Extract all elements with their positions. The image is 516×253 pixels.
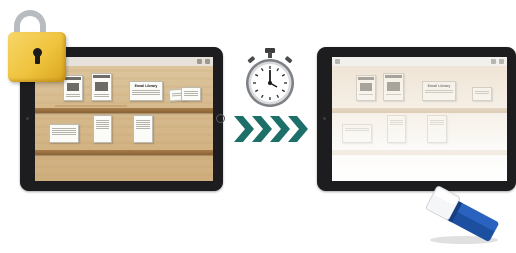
shelf-document[interactable] [342, 124, 372, 143]
shelf-document[interactable] [356, 75, 376, 101]
shelf-document[interactable] [133, 115, 153, 143]
search-icon[interactable] [491, 59, 496, 64]
settings-icon[interactable] [499, 59, 504, 64]
shelf-document[interactable] [91, 73, 112, 101]
camera-dot [323, 117, 326, 120]
shelf-board [35, 150, 213, 155]
tablet-after: Email Library [317, 47, 516, 191]
home-button[interactable] [216, 114, 225, 123]
shelf-document[interactable] [387, 115, 406, 143]
search-icon[interactable] [197, 59, 202, 64]
document-title: Email Library [427, 84, 451, 88]
settings-icon[interactable] [205, 59, 210, 64]
shelf-label-strip [55, 105, 127, 107]
shelf-board [332, 150, 507, 155]
shelf-board [332, 108, 507, 113]
padlock-icon [0, 0, 76, 84]
shelf-document[interactable] [383, 73, 404, 101]
document-title: Email Library [134, 84, 158, 88]
shelf-document[interactable]: Email Library [422, 81, 456, 101]
shelf-document[interactable] [49, 124, 79, 143]
bookshelf-screen-after: Email Library [332, 57, 507, 181]
shelf-document[interactable] [472, 87, 492, 101]
chevron-right-icon [232, 114, 310, 144]
shelf-document[interactable] [181, 87, 201, 101]
stopwatch-icon [244, 46, 296, 110]
menu-icon[interactable] [335, 59, 340, 64]
shelf-document[interactable]: Email Library [129, 81, 163, 101]
shelf-document[interactable] [427, 115, 447, 143]
camera-dot [26, 117, 29, 120]
eraser-icon [418, 186, 504, 246]
shelf-board [35, 108, 213, 113]
shelf-document[interactable] [93, 115, 112, 143]
